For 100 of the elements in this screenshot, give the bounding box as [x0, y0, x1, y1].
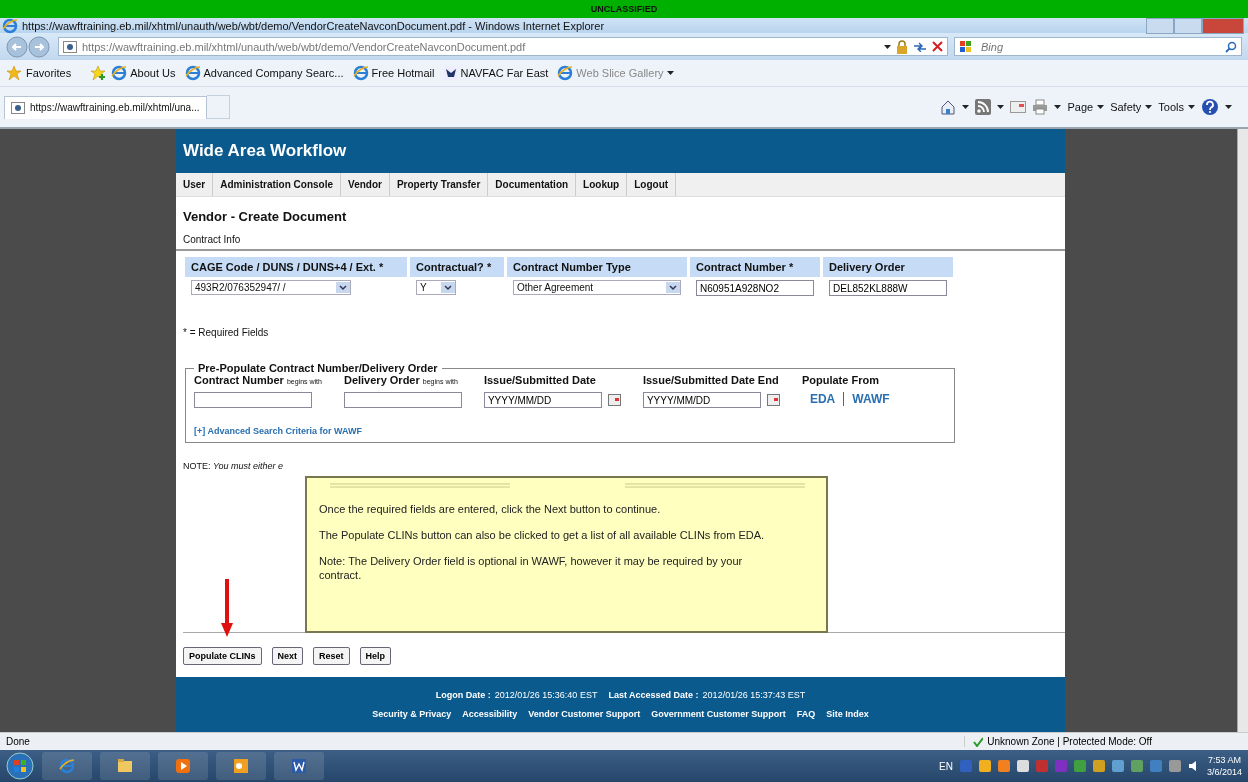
field-label: Issue/Submitted Date — [483, 374, 597, 386]
text-field[interactable]: N60951A928NO2 — [696, 280, 814, 296]
logon-date: Logon Date : 2012/01/26 15:36:40 EST — [435, 690, 598, 701]
command-menu[interactable]: Safety — [1110, 101, 1153, 113]
form-button[interactable]: Next — [271, 647, 304, 666]
ie-logo-icon — [2, 17, 18, 34]
home-icon[interactable] — [940, 99, 957, 115]
tray-app-icon[interactable] — [1111, 760, 1124, 773]
browser-tab[interactable]: https://wawftraining.eb.mil/xhtml/una... — [4, 95, 207, 119]
footer-link[interactable]: Site Index — [826, 709, 869, 720]
classification-label: UNCLASSIFIED — [590, 4, 658, 14]
column-header: CAGE Code / DUNS / DUNS+4 / Ext. * — [185, 257, 407, 277]
tooltip-text: Note: The Delivery Order field is optional in WAWF, however it may be required by your contract. — [319, 554, 744, 582]
dropdown-arrow-icon[interactable] — [336, 282, 350, 293]
tray-app-icon[interactable] — [1016, 760, 1029, 773]
date-field[interactable]: YYYY/MM/DD — [483, 392, 602, 408]
text-field[interactable]: DEL852KL888W — [829, 280, 947, 296]
star-icon — [6, 65, 22, 81]
back-forward-buttons-icon[interactable] — [6, 35, 52, 58]
populate-link[interactable]: WAWF — [843, 392, 898, 406]
search-icon[interactable] — [1225, 40, 1237, 53]
favorite-link[interactable]: About Us — [111, 65, 176, 81]
dropdown[interactable]: Other Agreement — [513, 280, 681, 295]
dropdown-caret-icon[interactable] — [884, 44, 891, 49]
tray-app-icon[interactable] — [1073, 760, 1086, 773]
taskbar-app[interactable] — [216, 752, 266, 781]
padlock-icon — [896, 39, 908, 54]
form-button[interactable]: Help — [359, 647, 392, 666]
form-button[interactable]: Reset — [313, 647, 350, 666]
footer-link[interactable]: Government Customer Support — [651, 709, 786, 720]
pointer-arrow — [221, 579, 233, 637]
text-field[interactable] — [194, 392, 312, 408]
column-header: Contract Number * — [690, 257, 820, 277]
folder-icon — [117, 758, 133, 775]
favorites-button[interactable]: Favorites — [6, 65, 72, 81]
printer-icon[interactable] — [1032, 99, 1049, 115]
status-text: Done — [6, 736, 30, 748]
site-icon — [11, 101, 25, 114]
scroll-bar[interactable] — [1237, 129, 1248, 733]
word-icon — [291, 758, 307, 775]
dropdown[interactable]: 493R2/076352947/ / — [191, 280, 351, 295]
language-indicator[interactable]: EN — [939, 760, 953, 772]
field-label: Populate From — [801, 374, 880, 386]
caret-icon[interactable] — [997, 105, 1005, 109]
caret-icon[interactable] — [962, 105, 970, 109]
start-button-icon[interactable] — [6, 752, 34, 781]
caret-icon — [666, 71, 674, 75]
help-icon[interactable] — [1201, 98, 1219, 116]
mail-icon[interactable] — [1010, 101, 1027, 113]
footer-link[interactable]: Security & Privacy — [372, 709, 452, 720]
taskbar-app[interactable] — [100, 752, 150, 781]
command-menu[interactable]: Tools — [1158, 101, 1195, 113]
site-icon — [63, 40, 77, 53]
favorite-link[interactable]: NAVFAC Far East — [443, 66, 549, 80]
footer-link[interactable]: Accessibility — [462, 709, 518, 720]
column-header: Contractual? * — [410, 257, 504, 277]
calendar-icon[interactable] — [607, 394, 621, 406]
address-field[interactable]: https://wawftraining.eb.mil/xhtml/unauth/web/wbt/demo/VendorCreateNavconDocument.pdf — [58, 37, 948, 56]
calendar-icon[interactable] — [766, 394, 780, 406]
dropdown[interactable]: Y — [416, 280, 456, 295]
tooltip-text: The Populate CLINs button can also be clicked to get a list of all available CLINs from EDA. — [319, 528, 766, 542]
feed-icon[interactable] — [975, 99, 992, 115]
refresh-arrows-icon[interactable] — [913, 41, 927, 52]
footer-link[interactable]: Vendor Customer Support — [528, 709, 641, 720]
tray-app-icon[interactable] — [1092, 760, 1105, 773]
caret-icon — [1145, 105, 1153, 109]
clock[interactable]: 7:53 AM 3/6/2014 — [1206, 754, 1242, 779]
tray-app-icon[interactable] — [1168, 760, 1181, 773]
window-title: https://wawftraining.eb.mil/xhtml/unauth/web/wbt/demo/VendorCreateNavconDocument.pdf - Windows Internet Explorer — [22, 19, 605, 32]
play-icon — [175, 758, 191, 775]
tooltip-text: Once the required fields are entered, click the Next button to continue. — [319, 502, 662, 516]
dropdown-arrow-icon[interactable] — [441, 282, 455, 293]
tray-app-icon[interactable] — [978, 760, 991, 773]
caret-icon[interactable] — [1054, 105, 1062, 109]
tray-app-icon[interactable] — [997, 760, 1010, 773]
text-field[interactable] — [343, 392, 462, 408]
ie-logo-icon — [557, 65, 574, 81]
ie-logo-icon — [59, 758, 75, 775]
ie-logo-icon — [352, 65, 369, 81]
date-field[interactable]: YYYY/MM/DD — [642, 392, 761, 408]
tray-app-icon[interactable] — [1130, 760, 1143, 773]
page-heading: Vendor - Create Document — [183, 209, 348, 224]
caret-icon[interactable] — [1225, 105, 1232, 109]
stop-icon[interactable] — [932, 41, 943, 52]
zone-text: Unknown Zone | Protected Mode: Off — [987, 736, 1152, 748]
taskbar-app[interactable] — [274, 752, 324, 781]
add-favorite-icon[interactable] — [90, 65, 107, 81]
command-menu[interactable]: Page — [1067, 101, 1105, 113]
populate-link[interactable]: EDA — [801, 392, 844, 406]
form-button[interactable]: Populate CLINs — [183, 647, 262, 666]
windows-flag-icon — [959, 39, 973, 54]
caret-icon — [1188, 105, 1195, 109]
ie-logo-icon — [111, 65, 128, 81]
favorite-link[interactable]: Advanced Company Searc... — [184, 65, 344, 81]
taskbar-app[interactable] — [158, 752, 208, 781]
favorite-link[interactable]: Free Hotmail — [352, 65, 435, 81]
advanced-search-link[interactable]: [+] Advanced Search Criteria for WAWF — [194, 426, 362, 436]
footer-link[interactable]: FAQ — [796, 709, 816, 720]
dropdown-arrow-icon[interactable] — [666, 282, 680, 293]
search-box[interactable]: Bing — [954, 37, 1242, 56]
